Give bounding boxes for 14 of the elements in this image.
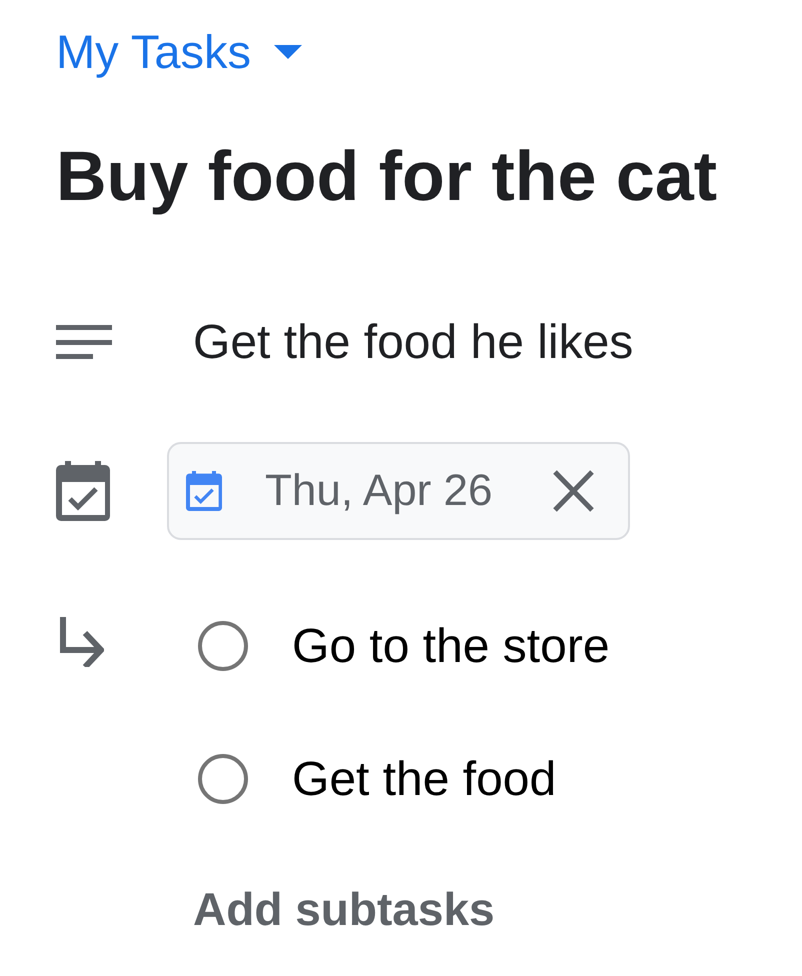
checkbox[interactable]: [198, 754, 248, 804]
caret-icon: [274, 45, 302, 59]
list-selector[interactable]: My Tasks: [56, 24, 302, 80]
calendar-check-icon: [56, 461, 110, 521]
close-icon[interactable]: [552, 470, 596, 512]
due-date-chip[interactable]: Thu, Apr 26: [167, 442, 630, 540]
calendar-check-icon: [186, 471, 222, 511]
task-details[interactable]: Get the food he likes: [193, 314, 634, 370]
subtask-title[interactable]: Get the food: [292, 750, 556, 808]
notes-icon: [56, 325, 112, 359]
add-subtasks-button[interactable]: Add subtasks: [193, 882, 495, 937]
subtask-title[interactable]: Go to the store: [292, 618, 610, 674]
checkbox[interactable]: [198, 621, 248, 671]
task-title: Buy food for the cat: [56, 136, 718, 217]
